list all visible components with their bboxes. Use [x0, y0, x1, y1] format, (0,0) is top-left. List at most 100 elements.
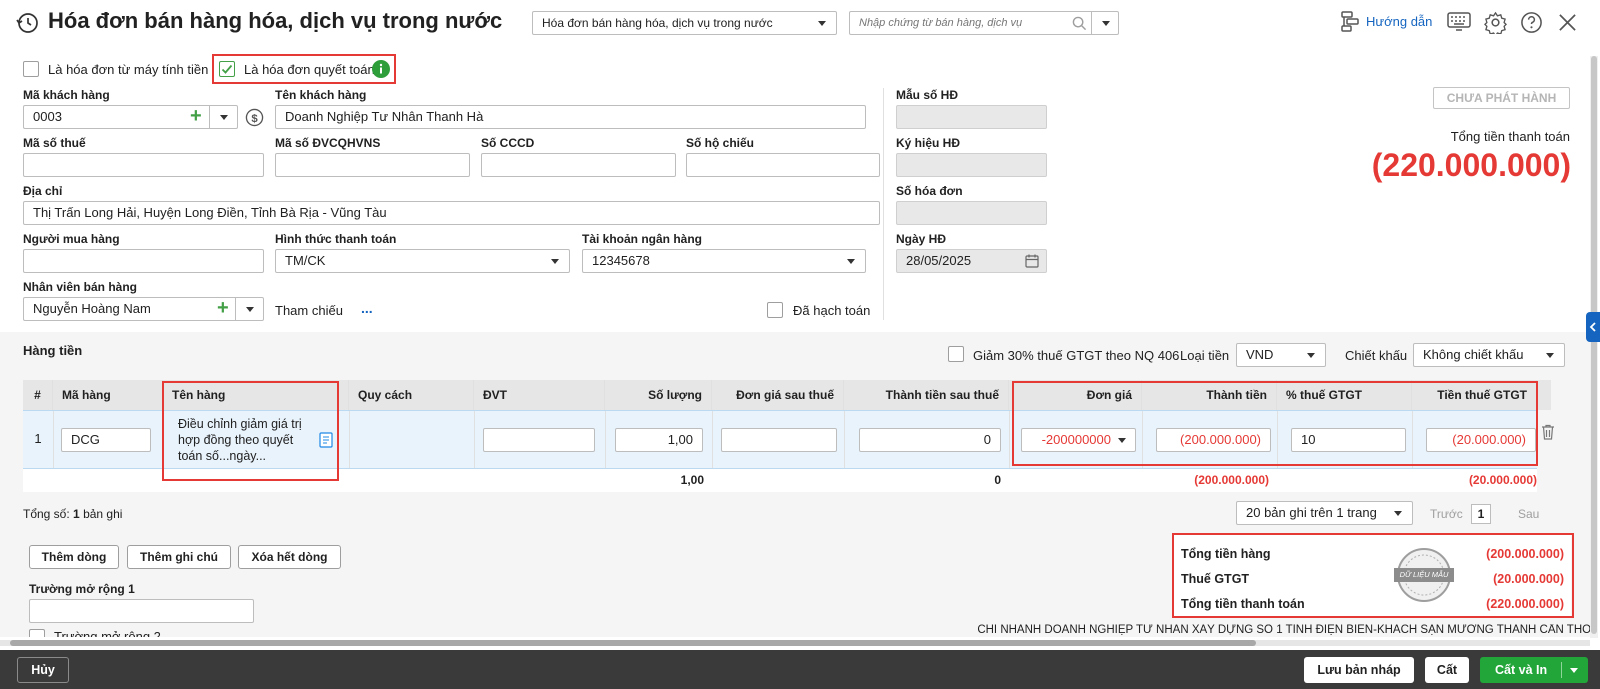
add-row-button[interactable]: Thêm dòng: [29, 545, 119, 569]
bank-account-select[interactable]: 12345678: [582, 249, 866, 273]
item-vat-rate-input[interactable]: 10: [1291, 428, 1406, 452]
budget-code-label: Mã số ĐVCQHVNS: [275, 136, 381, 150]
chevron-down-icon[interactable]: [246, 307, 254, 312]
edit-description-icon[interactable]: [319, 432, 333, 448]
item-quantity-input[interactable]: 1,00: [615, 428, 703, 452]
info-icon[interactable]: [372, 60, 390, 78]
form-divider: [883, 88, 884, 320]
save-button[interactable]: Cất: [1425, 657, 1469, 683]
sum-vat-label: Thuế GTGT: [1181, 572, 1250, 586]
ext-field-1-input[interactable]: [29, 599, 254, 623]
prev-page-button[interactable]: Trước: [1430, 507, 1463, 521]
calendar-icon[interactable]: [1025, 254, 1039, 268]
reference-more-link[interactable]: ...: [361, 300, 373, 316]
page-size-select[interactable]: 20 bản ghi trên 1 trang: [1236, 501, 1413, 525]
keyboard-icon[interactable]: [1447, 12, 1471, 32]
item-unit-price-select[interactable]: -200000000: [1021, 428, 1136, 452]
check-icon: [221, 64, 233, 74]
page-number[interactable]: 1: [1471, 504, 1491, 524]
ext-field-2-checkbox[interactable]: [29, 629, 45, 637]
ext-field-1-label: Trường mở rộng 1: [29, 582, 135, 596]
save-draft-button[interactable]: Lưu bản nháp: [1304, 657, 1414, 683]
chevron-down-icon[interactable]: [220, 115, 228, 120]
template-field[interactable]: [896, 105, 1047, 129]
history-icon[interactable]: [15, 11, 39, 35]
search-icon[interactable]: [1072, 16, 1087, 31]
close-icon[interactable]: [1558, 13, 1577, 32]
help-icon[interactable]: [1520, 11, 1543, 34]
currency-label: Loại tiền: [1180, 348, 1230, 363]
item-code-input[interactable]: DCG: [61, 428, 151, 452]
total-payment-label: Tổng tiền thanh toán: [1450, 129, 1570, 144]
item-unit-input[interactable]: [483, 428, 595, 452]
add-icon[interactable]: +: [190, 106, 202, 127]
sum-goods-label: Tổng tiền hàng: [1181, 547, 1271, 561]
header-bar: Hóa đơn bán hàng hóa, dịch vụ trong nước…: [0, 0, 1600, 46]
record-count: Tổng số: 1 bản ghi: [23, 507, 123, 521]
horizontal-scrollbar[interactable]: [0, 640, 1590, 646]
settlement-label: Là hóa đơn quyết toán: [244, 62, 375, 77]
cash-register-checkbox[interactable]: [23, 61, 39, 77]
row-number: 1: [34, 431, 42, 446]
posted-label: Đã hạch toán: [793, 303, 871, 318]
salesperson-field[interactable]: Nguyễn Hoàng Nam +: [23, 297, 264, 321]
passport-field[interactable]: [686, 153, 880, 177]
settlement-checkbox[interactable]: [219, 61, 235, 77]
chevron-down-icon: [818, 21, 826, 26]
guide-icon[interactable]: [1339, 10, 1361, 32]
gear-icon[interactable]: [1484, 11, 1507, 34]
search-box[interactable]: [849, 11, 1119, 35]
col-header-vat-amount: Tiền thuế GTGT: [1412, 380, 1537, 410]
customer-code-field[interactable]: 0003 +: [23, 105, 238, 129]
address-field[interactable]: Thị Trấn Long Hải, Huyện Long Điền, Tỉnh…: [23, 201, 880, 225]
table-row[interactable]: 1 DCG Điều chỉnh giảm giá trị hợp đồng t…: [23, 410, 1537, 469]
vertical-scrollbar[interactable]: [1590, 56, 1598, 638]
template-label: Mẫu số HĐ: [896, 88, 959, 102]
cancel-button[interactable]: Hủy: [17, 657, 69, 683]
save-print-button[interactable]: Cất và In: [1480, 657, 1588, 683]
chevron-down-icon: [1546, 353, 1554, 358]
chevron-down-icon[interactable]: [1570, 668, 1578, 673]
scrollbar-thumb[interactable]: [10, 640, 1256, 646]
salesperson-label: Nhân viên bán hàng: [23, 280, 138, 294]
buyer-field[interactable]: [23, 249, 264, 273]
status-badge: CHƯA PHÁT HÀNH: [1433, 87, 1570, 109]
budget-code-field[interactable]: [275, 153, 470, 177]
tax-code-field[interactable]: [23, 153, 264, 177]
sum-goods-value: (200.000.000): [1486, 547, 1564, 561]
currency-select[interactable]: VND: [1236, 343, 1326, 367]
item-spec-input[interactable]: [353, 428, 470, 452]
search-input[interactable]: [850, 12, 1070, 34]
posted-checkbox[interactable]: [767, 302, 783, 318]
action-bar: Hủy Lưu bản nháp Cất Cất và In: [0, 650, 1600, 689]
id-card-field[interactable]: [481, 153, 676, 177]
chevron-down-icon[interactable]: [1102, 21, 1110, 26]
payment-method-select[interactable]: TM/CK: [275, 249, 570, 273]
discount-select[interactable]: Không chiết khấu: [1413, 343, 1565, 367]
vat-reduction-checkbox[interactable]: [948, 346, 964, 362]
page-size-value: 20 bản ghi trên 1 trang: [1246, 505, 1377, 520]
add-icon[interactable]: +: [217, 298, 229, 319]
guide-link[interactable]: Hướng dẫn: [1366, 14, 1432, 29]
add-note-button[interactable]: Thêm ghi chú: [127, 545, 231, 569]
item-vat-amount-input[interactable]: (20.000.000): [1426, 428, 1536, 452]
invoice-number-field[interactable]: [896, 201, 1047, 225]
trash-icon[interactable]: [1541, 424, 1555, 440]
delete-all-rows-button[interactable]: Xóa hết dòng: [238, 545, 341, 569]
symbol-field[interactable]: [896, 153, 1047, 177]
sum-total-value: (220.000.000): [1486, 597, 1564, 611]
invoice-type-select[interactable]: Hóa đơn bán hàng hóa, dịch vụ trong nước: [532, 11, 837, 35]
customer-name-field[interactable]: Doanh Nghiệp Tư Nhân Thanh Hà: [275, 105, 866, 129]
item-price-after-tax-input[interactable]: [721, 428, 837, 452]
next-page-button[interactable]: Sau: [1518, 507, 1539, 521]
stamp-text: DỮ LIỆU MẪU: [1399, 570, 1449, 579]
side-panel-toggle[interactable]: [1586, 312, 1600, 342]
invoice-number-label: Số hóa đơn: [896, 184, 963, 198]
item-amount-input[interactable]: (200.000.000): [1156, 428, 1271, 452]
vertical-scrollbar-thumb[interactable]: [1591, 56, 1597, 634]
currency-icon[interactable]: $: [245, 108, 264, 127]
address-label: Địa chỉ: [23, 184, 63, 198]
item-amount-after-tax-input[interactable]: 0: [859, 428, 1001, 452]
item-name-text[interactable]: Điều chỉnh giảm giá trị hợp đồng theo qu…: [178, 416, 308, 464]
invoice-date-field[interactable]: 28/05/2025: [896, 249, 1047, 273]
